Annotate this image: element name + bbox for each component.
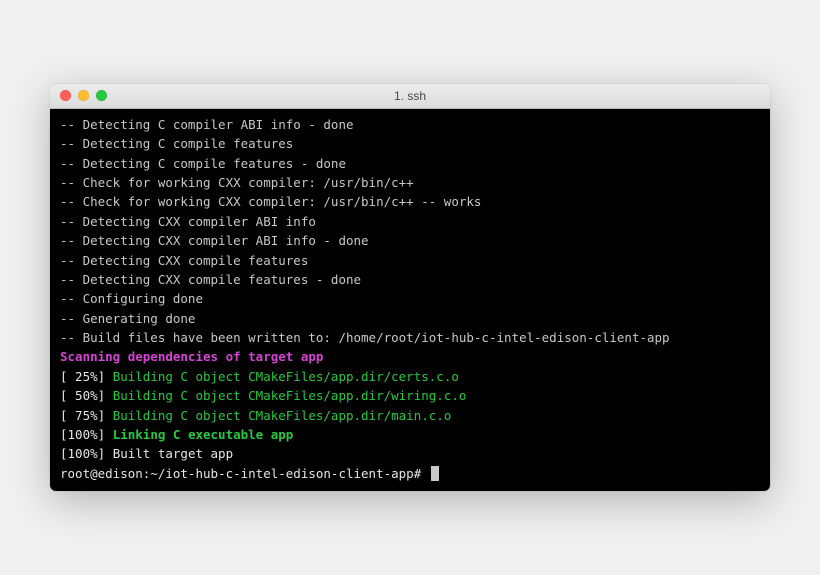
build-line: Building C object CMakeFiles/app.dir/mai… bbox=[113, 408, 452, 423]
progress-25: [ 25%] bbox=[60, 369, 113, 384]
progress-50: [ 50%] bbox=[60, 388, 113, 403]
scan-line: Scanning dependencies of target app bbox=[60, 349, 323, 364]
output-line: -- Detecting CXX compile features bbox=[60, 253, 308, 268]
terminal-body[interactable]: -- Detecting C compiler ABI info - done … bbox=[50, 109, 770, 491]
output-line: -- Build files have been written to: /ho… bbox=[60, 330, 670, 345]
build-line: Building C object CMakeFiles/app.dir/cer… bbox=[113, 369, 459, 384]
output-line: -- Configuring done bbox=[60, 291, 203, 306]
output-line: -- Check for working CXX compiler: /usr/… bbox=[60, 194, 481, 209]
shell-prompt: root@edison:~/iot-hub-c-intel-edison-cli… bbox=[60, 466, 429, 481]
output-line: -- Detecting C compile features bbox=[60, 136, 293, 151]
link-line: Linking C executable app bbox=[113, 427, 294, 442]
progress-100: [100%] bbox=[60, 446, 113, 461]
progress-100: [100%] bbox=[60, 427, 113, 442]
titlebar: 1. ssh bbox=[50, 84, 770, 109]
build-line: Building C object CMakeFiles/app.dir/wir… bbox=[113, 388, 467, 403]
progress-75: [ 75%] bbox=[60, 408, 113, 423]
output-line: -- Detecting CXX compile features - done bbox=[60, 272, 361, 287]
output-line: -- Detecting CXX compiler ABI info - don… bbox=[60, 233, 369, 248]
output-line: -- Detecting C compile features - done bbox=[60, 156, 346, 171]
output-line: -- Detecting CXX compiler ABI info bbox=[60, 214, 316, 229]
cursor-icon bbox=[431, 466, 439, 481]
window-title: 1. ssh bbox=[50, 89, 770, 103]
output-line: -- Detecting C compiler ABI info - done bbox=[60, 117, 354, 132]
output-line: -- Generating done bbox=[60, 311, 195, 326]
output-line: -- Check for working CXX compiler: /usr/… bbox=[60, 175, 414, 190]
terminal-window: 1. ssh -- Detecting C compiler ABI info … bbox=[50, 84, 770, 491]
built-line: Built target app bbox=[113, 446, 233, 461]
